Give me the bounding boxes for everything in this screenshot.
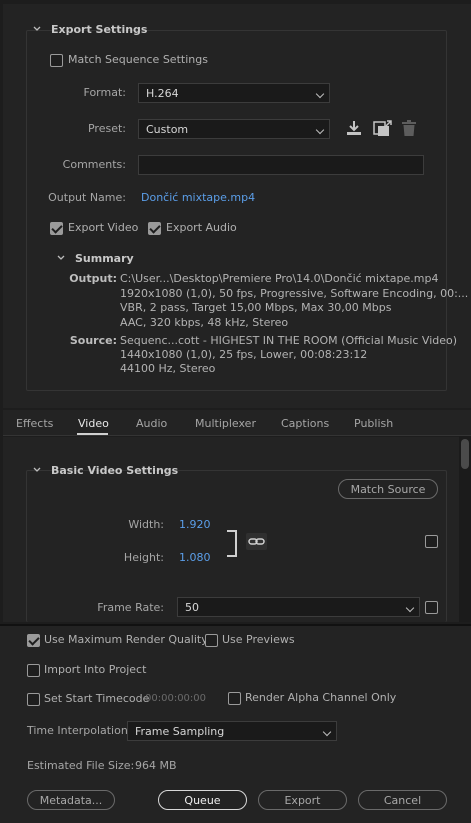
chevron-down-icon[interactable] — [32, 24, 42, 34]
start-timecode-field[interactable]: 00:00:00:00 — [145, 693, 206, 704]
use-max-render-quality-checkbox[interactable] — [27, 634, 40, 647]
summary-output-line: C:\User...\Desktop\Premiere Pro\14.0\Don… — [120, 272, 439, 285]
height-value[interactable]: 1.080 — [179, 551, 211, 564]
download-icon[interactable] — [345, 120, 363, 139]
export-audio-checkbox[interactable] — [148, 222, 161, 235]
chain-link-icon[interactable] — [246, 533, 267, 550]
tab-captions[interactable]: Captions — [281, 417, 329, 430]
match-sequence-checkbox[interactable] — [50, 54, 63, 67]
dimension-override-checkbox[interactable] — [425, 535, 438, 548]
summary-source-line: 1440x1080 (1,0), 25 fps, Lower, 00:08:23… — [120, 348, 368, 361]
import-into-project-label: Import Into Project — [44, 663, 147, 676]
format-value: H.264 — [146, 87, 179, 100]
estimated-file-size-label: Estimated File Size: — [27, 759, 135, 772]
active-tab-indicator — [77, 433, 108, 435]
frame-rate-label: Frame Rate: — [97, 601, 164, 614]
tab-effects[interactable]: Effects — [16, 417, 53, 430]
trash-icon[interactable] — [401, 120, 417, 140]
frame-rate-dropdown[interactable]: 50 — [177, 597, 420, 617]
export-settings-header: Export Settings — [51, 23, 148, 36]
render-alpha-label: Render Alpha Channel Only — [245, 691, 397, 704]
chevron-down-icon — [315, 89, 325, 99]
import-preset-icon[interactable] — [373, 120, 393, 140]
use-previews-checkbox[interactable] — [205, 634, 218, 647]
preset-label: Preset: — [87, 122, 126, 135]
format-label: Format: — [83, 86, 126, 99]
scrollbar-thumb[interactable] — [461, 439, 469, 469]
width-label: Width: — [128, 518, 164, 531]
match-source-button[interactable]: Match Source — [338, 479, 438, 499]
use-max-render-quality-label: Use Maximum Render Quality — [44, 633, 208, 646]
cancel-button[interactable]: Cancel — [358, 790, 447, 810]
tab-publish[interactable]: Publish — [354, 417, 393, 430]
frame-rate-value: 50 — [185, 601, 199, 614]
comments-input[interactable] — [138, 155, 424, 175]
output-name-label: Output Name: — [48, 191, 126, 204]
match-sequence-label: Match Sequence Settings — [68, 53, 208, 66]
summary-source-key: Source: — [69, 334, 117, 347]
render-alpha-checkbox[interactable] — [228, 692, 241, 705]
chevron-down-icon — [322, 727, 332, 737]
export-button[interactable]: Export — [258, 790, 347, 810]
queue-button[interactable]: Queue — [158, 790, 247, 810]
set-start-timecode-label: Set Start Timecode — [44, 692, 150, 705]
video-panel-scrollbar[interactable] — [459, 436, 471, 622]
time-interpolation-dropdown[interactable]: Frame Sampling — [127, 721, 337, 741]
chevron-down-icon[interactable] — [32, 465, 42, 475]
import-into-project-checkbox[interactable] — [27, 664, 40, 677]
preset-dropdown[interactable]: Custom — [138, 119, 330, 139]
summary-output-line: 1920x1080 (1,0), 50 fps, Progressive, So… — [120, 287, 469, 300]
export-audio-label: Export Audio — [166, 221, 237, 234]
summary-source-line: 44100 Hz, Stereo — [120, 362, 216, 375]
tab-video[interactable]: Video — [78, 417, 109, 430]
summary-header: Summary — [75, 252, 134, 265]
time-interpolation-value: Frame Sampling — [135, 725, 225, 738]
export-video-checkbox[interactable] — [50, 222, 63, 235]
chevron-down-icon[interactable] — [56, 253, 66, 263]
basic-video-settings-header: Basic Video Settings — [51, 464, 179, 477]
set-start-timecode-checkbox[interactable] — [27, 693, 40, 706]
width-value[interactable]: 1.920 — [179, 518, 211, 531]
tab-multiplexer[interactable]: Multiplexer — [195, 417, 256, 430]
summary-output-key: Output: — [69, 272, 117, 285]
format-dropdown[interactable]: H.264 — [138, 83, 330, 103]
metadata-button[interactable]: Metadata... — [27, 790, 115, 810]
use-previews-label: Use Previews — [222, 633, 295, 646]
output-name-link[interactable]: Dončić mixtape.mp4 — [141, 191, 255, 204]
summary-output-line: VBR, 2 pass, Target 15,00 Mbps, Max 30,0… — [120, 301, 392, 314]
estimated-file-size-value: 964 MB — [135, 759, 177, 772]
export-video-label: Export Video — [68, 221, 139, 234]
preset-value: Custom — [146, 123, 189, 136]
time-interpolation-label: Time Interpolation: — [27, 724, 132, 737]
chevron-down-icon — [315, 125, 325, 135]
comments-label: Comments: — [62, 158, 126, 171]
chevron-down-icon — [405, 603, 415, 613]
tab-audio[interactable]: Audio — [136, 417, 167, 430]
summary-output-line: AAC, 320 kbps, 48 kHz, Stereo — [120, 316, 289, 329]
height-label: Height: — [123, 551, 164, 564]
frame-rate-override-checkbox[interactable] — [425, 601, 438, 614]
link-bracket — [227, 530, 237, 557]
summary-source-line: Sequenc...cott - HIGHEST IN THE ROOM (Of… — [120, 334, 458, 347]
